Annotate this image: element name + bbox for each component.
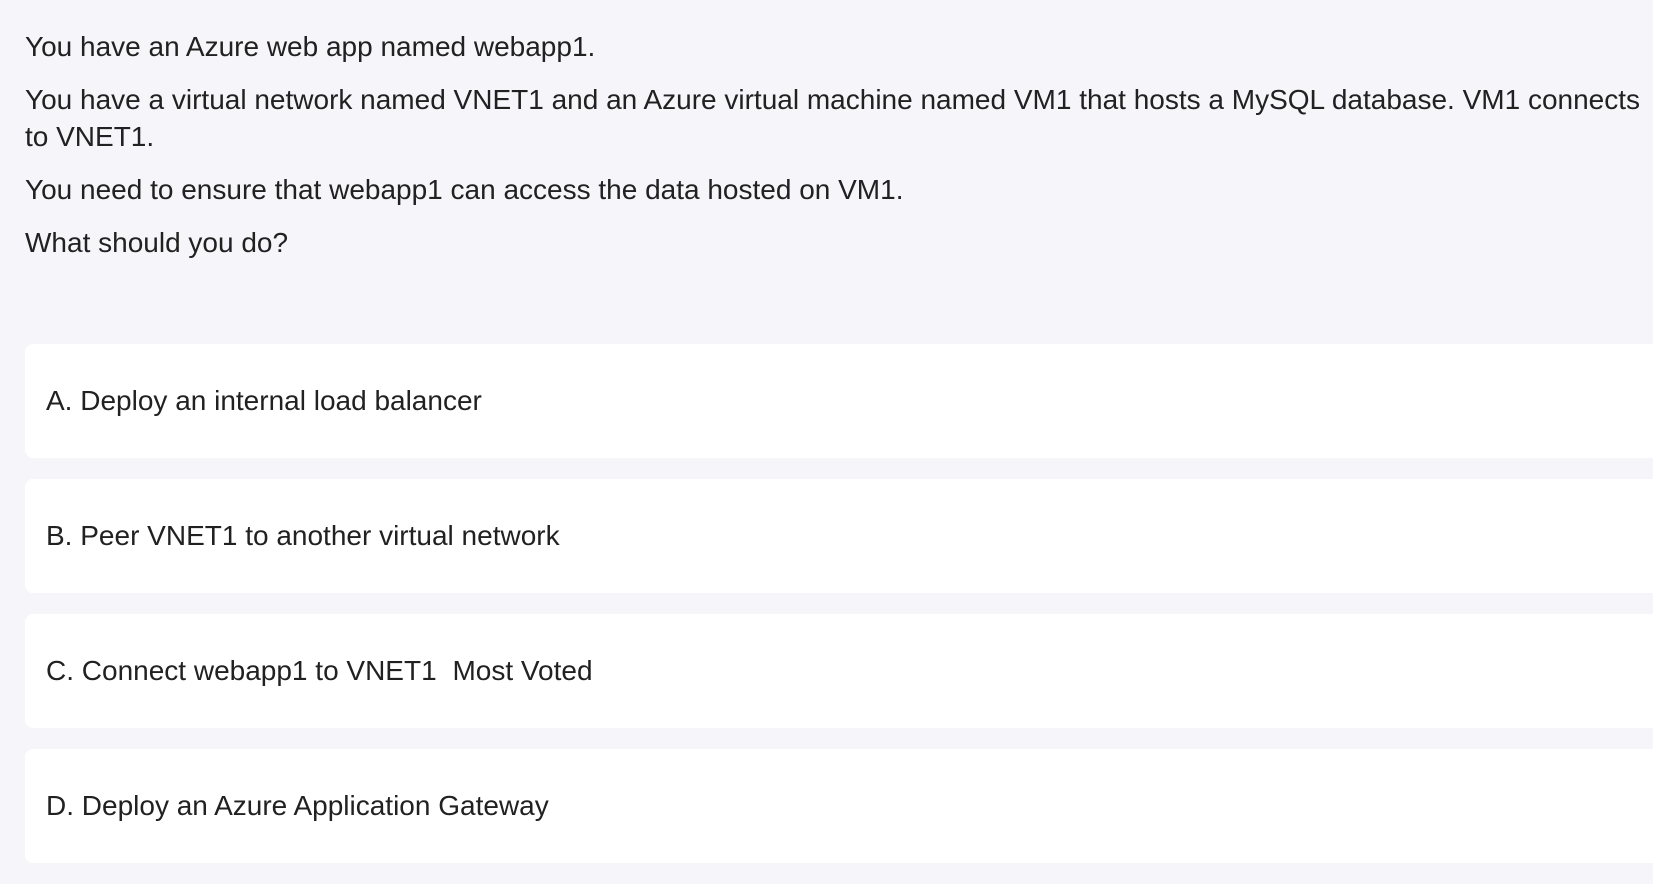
question-text: You have an Azure web app named webapp1.… — [25, 28, 1645, 277]
option-d[interactable]: D. Deploy an Azure Application Gateway — [25, 749, 1653, 863]
option-c-text: Connect webapp1 to VNET1 — [81, 655, 437, 686]
option-a[interactable]: A. Deploy an internal load balancer — [25, 344, 1653, 458]
option-c[interactable]: C. Connect webapp1 to VNET1 Most Voted — [25, 614, 1653, 728]
question-paragraph-2: You have a virtual network named VNET1 a… — [25, 84, 1641, 152]
option-c-letter: C. — [46, 655, 74, 686]
option-a-letter: A. — [46, 385, 73, 416]
option-b[interactable]: B. Peer VNET1 to another virtual network — [25, 479, 1653, 593]
option-a-text: Deploy an internal load balancer — [80, 385, 482, 416]
option-b-text: Peer VNET1 to another virtual network — [80, 520, 560, 551]
option-d-text: Deploy an Azure Application Gateway — [81, 790, 549, 821]
most-voted-badge: Most Voted — [452, 655, 593, 686]
option-d-letter: D. — [46, 790, 74, 821]
question-paragraph-1: You have an Azure web app named webapp1. — [25, 31, 596, 62]
option-b-letter: B. — [46, 520, 73, 551]
question-paragraph-3: You need to ensure that webapp1 can acce… — [25, 174, 904, 205]
question-prompt: What should you do? — [25, 227, 289, 258]
answer-options: A. Deploy an internal load balancer B. P… — [25, 344, 1653, 884]
